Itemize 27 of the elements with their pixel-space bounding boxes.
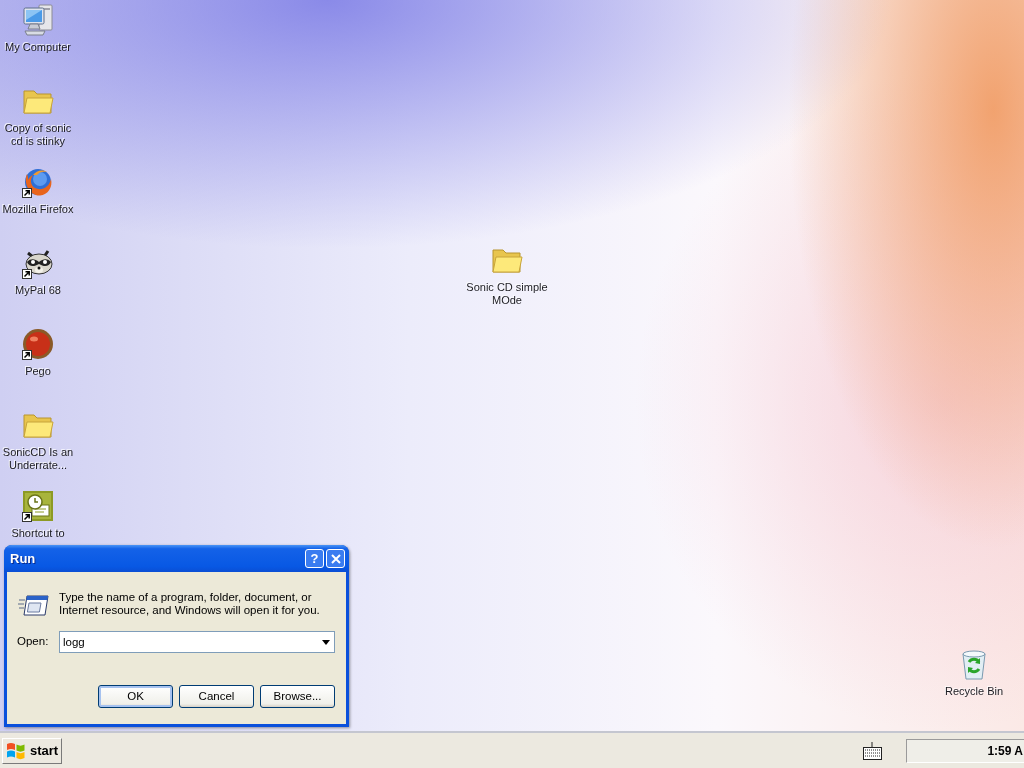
close-icon [330, 553, 341, 564]
desktop-icon-label[interactable]: Copy of sonic cd is stinky [0, 122, 76, 148]
close-button[interactable] [326, 549, 345, 568]
dialog-button[interactable]: Cancel [179, 685, 254, 708]
clock-time[interactable]: 1:59 A [987, 741, 1023, 760]
window-title: Run [10, 549, 36, 568]
desktop-icon-label[interactable]: Sonic CD simple MOde [463, 281, 551, 307]
start-button[interactable]: start [2, 737, 62, 764]
dialog-button[interactable]: OK [98, 685, 173, 708]
fox-globe-icon[interactable] [22, 166, 54, 198]
help-button[interactable]: ? [305, 549, 324, 568]
desktop-icon-label[interactable]: SonicCD Is an Underrate... [0, 446, 76, 472]
desktop-icon-label[interactable]: MyPal 68 [15, 284, 61, 297]
desktop-icon-label[interactable]: Recycle Bin [944, 685, 1004, 698]
ball-icon[interactable] [22, 328, 54, 360]
computer-icon[interactable] [22, 4, 54, 36]
run-window-icon [18, 593, 49, 617]
desktop-icon-label[interactable]: Pego [25, 365, 51, 378]
dialog-button[interactable]: Browse... [260, 685, 335, 708]
open-label: Open: [17, 634, 50, 650]
desktop-icon-label[interactable]: Shortcut to [11, 527, 65, 540]
keyboard-icon[interactable] [863, 741, 882, 760]
desktop-icon-label[interactable]: My Computer [5, 41, 71, 54]
desktop-icon-label[interactable]: Mozilla Firefox [2, 203, 74, 216]
clock-document-icon[interactable] [22, 490, 54, 522]
windows-flag-icon [6, 740, 26, 761]
instruction-text: Type the name of a program, folder, document, or Internet resource, and Windows will open it for you. [59, 591, 321, 617]
